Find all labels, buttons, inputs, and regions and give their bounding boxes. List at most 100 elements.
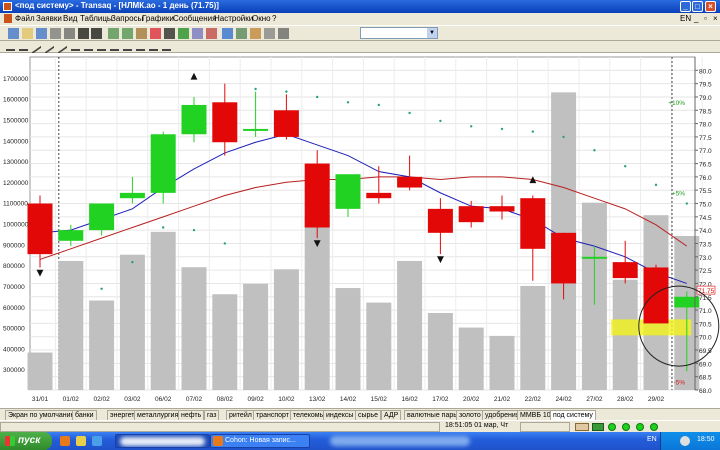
menu-orders[interactable]: Заявки: [36, 14, 62, 23]
fibonacci-icon[interactable]: [84, 42, 93, 51]
right-axis-label: 70.0: [699, 335, 712, 342]
mdi-restore-button[interactable]: ▫: [704, 14, 707, 23]
mdi-icon[interactable]: [4, 14, 12, 23]
volume-bar: [58, 260, 84, 390]
price-chart[interactable]: ▼ ▲ ▼ ▼ ▲ 80.0 79.5 79.0 78.5 78.0 77.5 77.0 76.5 76.…: [0, 53, 720, 408]
volume-bar: [489, 335, 515, 390]
taskbar-button-transaq[interactable]: [115, 434, 210, 448]
find-icon[interactable]: [136, 28, 147, 39]
maximize-button[interactable]: □: [692, 1, 703, 12]
right-axis-label: 78.0: [699, 122, 712, 129]
red-alert-icon[interactable]: [150, 28, 161, 39]
save-icon[interactable]: [36, 28, 47, 39]
new-icon[interactable]: [8, 28, 19, 39]
menu-charts[interactable]: Графики: [142, 14, 174, 23]
ray-icon[interactable]: [45, 38, 54, 55]
order-icon[interactable]: [206, 28, 217, 39]
diagonal-icon[interactable]: [58, 38, 67, 55]
left-axis-label: 900000: [3, 242, 25, 249]
sar-dot: [470, 125, 473, 128]
x-axis-label: 20/02: [463, 396, 480, 403]
browser-icon[interactable]: [92, 436, 102, 446]
help-icon[interactable]: [278, 28, 289, 39]
candle-body: [181, 104, 207, 135]
menu-settings[interactable]: Настройки: [214, 14, 253, 23]
title-bar[interactable]: <под систему> - Transaq - [НЛМК.ao - 1 д…: [0, 0, 720, 13]
copy-icon[interactable]: [108, 28, 119, 39]
start-button[interactable]: пуск: [0, 432, 52, 450]
candle-body: [674, 296, 700, 308]
minimize-button[interactable]: _: [680, 1, 691, 12]
keyboard-icon: [575, 423, 589, 431]
close-button[interactable]: ×: [705, 1, 716, 12]
taskbar-button-notes[interactable]: Соhon: Новая запис...: [210, 434, 310, 448]
cut-icon[interactable]: [64, 28, 75, 39]
sum-icon[interactable]: [164, 28, 175, 39]
menu-view[interactable]: Вид: [63, 14, 77, 23]
firefox-icon: [213, 436, 223, 446]
paste-icon[interactable]: [122, 28, 133, 39]
sar-dot: [192, 228, 196, 232]
mdi-close-button[interactable]: ×: [713, 14, 718, 23]
folder-icon[interactable]: [76, 436, 86, 446]
x-axis-label: 10/02: [278, 396, 295, 403]
function-icon[interactable]: [192, 28, 203, 39]
plus-icon[interactable]: [19, 42, 28, 51]
right-axis-label: 70.5: [699, 321, 712, 328]
menu-requests[interactable]: Запросы: [111, 14, 143, 23]
menu-file[interactable]: Файл: [15, 14, 35, 23]
arrow-icon[interactable]: [136, 42, 145, 51]
tray-language[interactable]: EN: [647, 436, 657, 443]
right-axis-label: 78.5: [699, 108, 712, 115]
firefox-icon[interactable]: [60, 436, 70, 446]
right-axis-label: 69.0: [699, 361, 712, 368]
percent-label: -5%: [673, 380, 685, 387]
left-axis-label: 400000: [3, 346, 25, 353]
tray-icon[interactable]: [680, 436, 690, 446]
filter-icon[interactable]: [250, 28, 261, 39]
status-light-icon: [636, 423, 644, 431]
rectangle-icon[interactable]: [110, 42, 119, 51]
left-axis-label: 1400000: [3, 138, 29, 145]
volume-bar: [119, 254, 145, 390]
taskbar-button-label: Соhon: Новая запис...: [225, 437, 296, 444]
app-icon: [3, 2, 12, 11]
print-icon[interactable]: [50, 28, 61, 39]
line-icon[interactable]: [32, 38, 41, 55]
grid-icon[interactable]: [149, 42, 158, 51]
settings-icon[interactable]: [264, 28, 275, 39]
chart-area[interactable]: ▼ ▲ ▼ ▼ ▲ 80.0 79.5 79.0 78.5 78.0 77.5 77.0 76.5 76.…: [0, 53, 720, 408]
back-arrow-icon[interactable]: [78, 28, 89, 39]
sar-dot: [346, 101, 350, 104]
sar-dot: [131, 260, 134, 264]
channel-icon[interactable]: [71, 42, 80, 51]
mdi-minimize-button[interactable]: _: [694, 14, 698, 23]
sar-dot: [285, 90, 288, 93]
zoom-icon[interactable]: [162, 42, 171, 51]
menu-help[interactable]: ?: [272, 14, 276, 23]
dollar-icon[interactable]: [178, 28, 189, 39]
menu-tables[interactable]: Таблицы: [80, 14, 113, 23]
cursor-icon[interactable]: [6, 42, 15, 51]
candle-body: [366, 192, 392, 199]
open-icon[interactable]: [22, 28, 33, 39]
ellipse-icon[interactable]: [123, 42, 132, 51]
toolbar-combo[interactable]: ▼: [360, 27, 438, 39]
candle-body: [150, 134, 176, 193]
text-icon[interactable]: [97, 42, 106, 51]
percent-label: +10%: [668, 100, 685, 107]
x-axis-label: 27/02: [586, 396, 603, 403]
status-time: 18:51:05 01 мар, Чт: [445, 422, 509, 429]
menu-window[interactable]: Окно: [252, 14, 271, 23]
candle-body: [551, 232, 577, 284]
forward-arrow-icon[interactable]: [91, 28, 102, 39]
chart-icon[interactable]: [222, 28, 233, 39]
menu-messages[interactable]: Сообщения: [173, 14, 216, 23]
candle-body: [581, 256, 607, 259]
chevron-down-icon[interactable]: ▼: [427, 28, 437, 38]
candle-body: [458, 206, 484, 223]
table-icon[interactable]: [236, 28, 247, 39]
candle-body: [89, 203, 115, 231]
volume-bar: [520, 285, 546, 390]
status-light-icon: [608, 423, 616, 431]
